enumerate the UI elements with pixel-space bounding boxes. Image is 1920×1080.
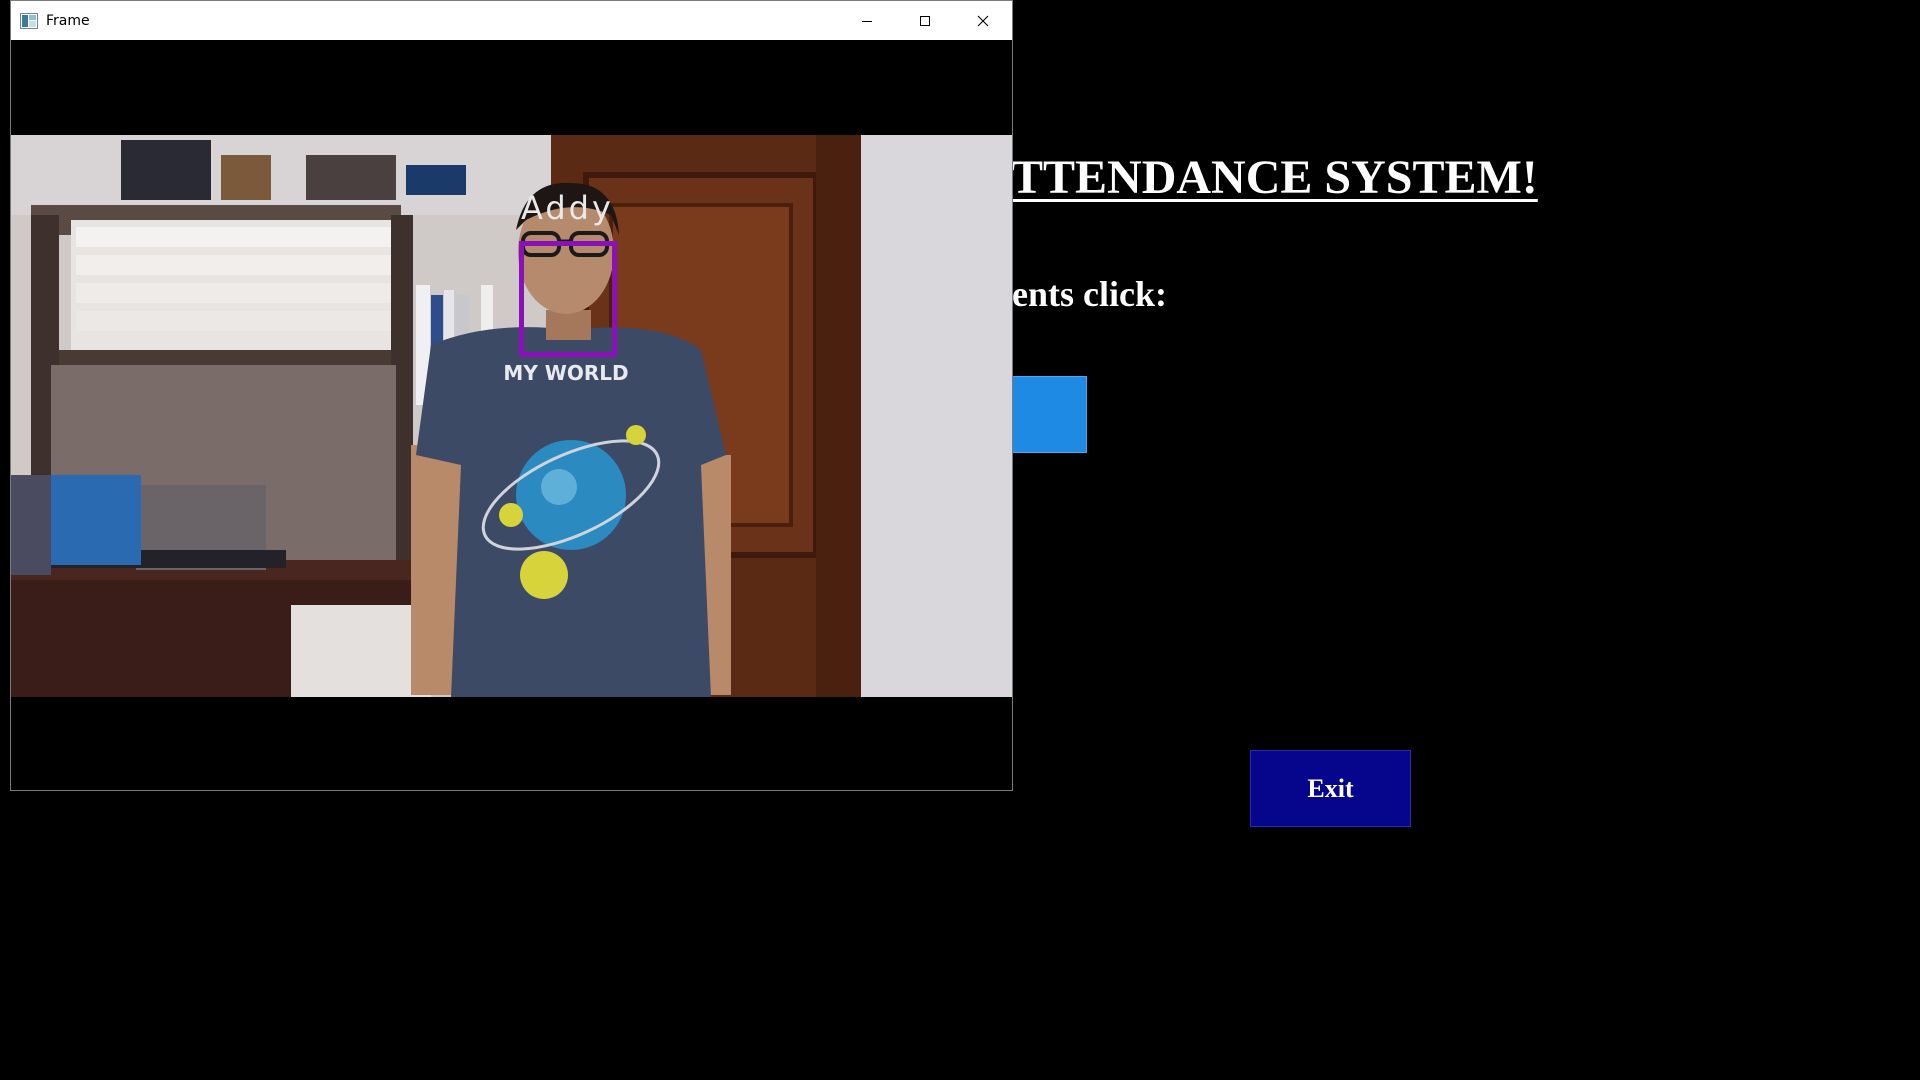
- maximize-icon: [920, 15, 930, 26]
- take-attendance-button[interactable]: [1012, 376, 1087, 453]
- app-icon: [20, 12, 38, 29]
- app-title: TTENDANCE SYSTEM!: [1011, 151, 1538, 204]
- window-title: Frame: [46, 12, 90, 29]
- shirt-text: MY WORLD: [503, 361, 628, 385]
- window-titlebar[interactable]: Frame: [11, 1, 1012, 40]
- minimize-button[interactable]: [838, 1, 896, 40]
- face-detection-box: [519, 241, 617, 357]
- minimize-icon: [862, 20, 872, 22]
- instruction-label: ents click:: [1012, 274, 1167, 314]
- video-feed: MY WORLD Addy: [11, 40, 1012, 790]
- exit-button[interactable]: Exit: [1250, 750, 1411, 827]
- desktop: TTENDANCE SYSTEM! ents click: Exit Frame: [0, 0, 1920, 1080]
- detected-name-label: Addy: [521, 189, 614, 227]
- close-button[interactable]: [954, 1, 1012, 40]
- close-icon: [977, 15, 989, 26]
- frame-window: Frame MY WORLD Addy: [10, 0, 1013, 791]
- window-controls: [838, 1, 1012, 40]
- maximize-button[interactable]: [896, 1, 954, 40]
- webcam-image: MY WORLD: [11, 135, 1012, 697]
